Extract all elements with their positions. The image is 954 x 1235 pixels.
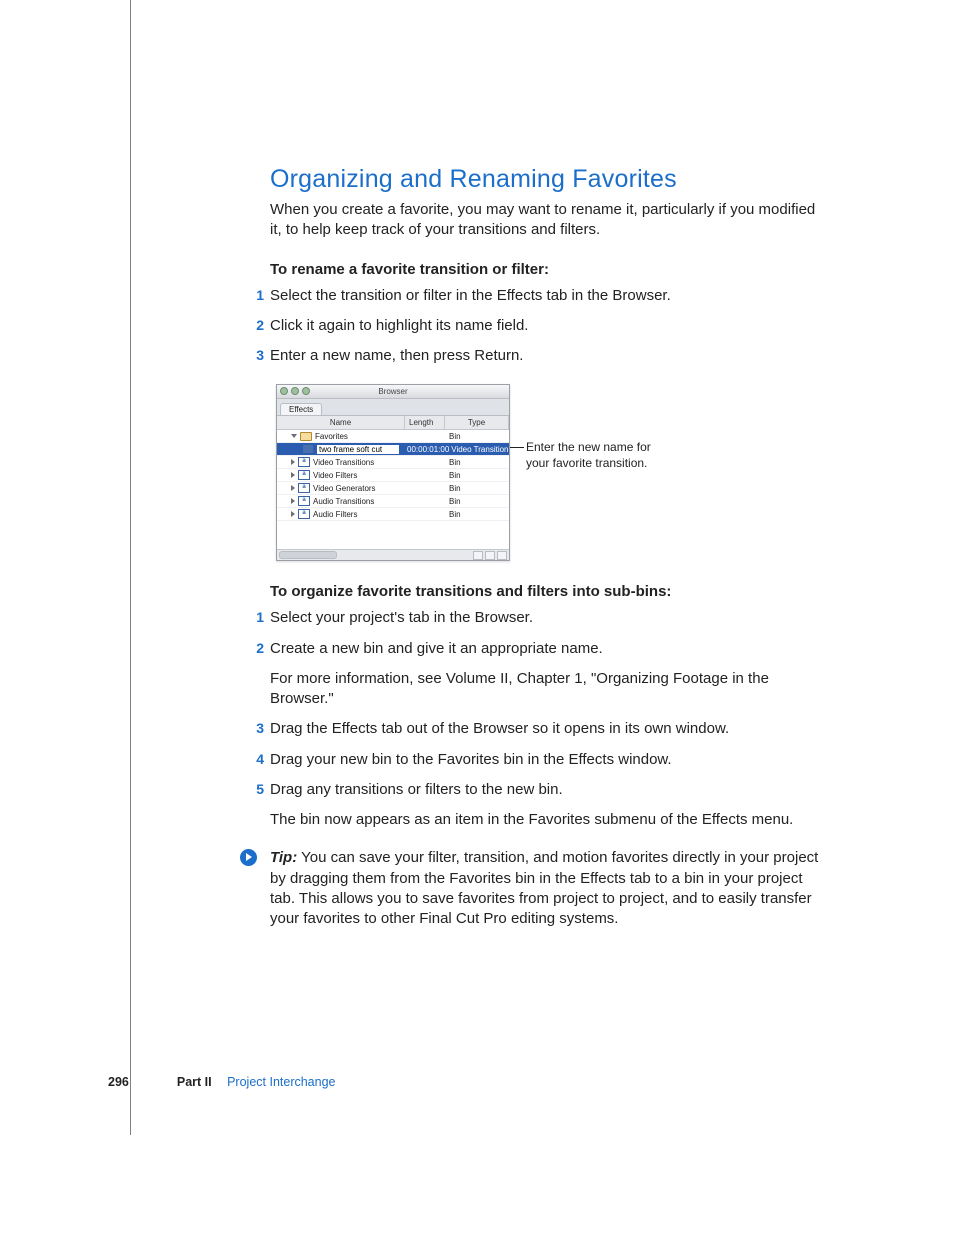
cell-type: Bin (447, 510, 509, 519)
step-item: 1Select the transition or filter in the … (270, 286, 830, 306)
cell-type: Bin (447, 471, 509, 480)
transition-icon (303, 445, 313, 453)
browser-figure: Browser Effects Name Length Type Favorit… (276, 384, 830, 561)
chevron-right-icon[interactable] (291, 511, 295, 517)
cell-type: Bin (447, 458, 509, 467)
window-title: Browser (378, 387, 407, 396)
scrollbar[interactable] (277, 549, 509, 560)
rename-steps: 1Select the transition or filter in the … (270, 286, 830, 367)
step-follow: For more information, see Volume II, Cha… (270, 669, 830, 710)
organize-subhead: To organize favorite transitions and fil… (270, 583, 830, 600)
scroll-arrows[interactable] (473, 551, 507, 560)
step-number: 1 (248, 286, 264, 305)
step-number: 1 (248, 608, 264, 627)
step-number: 3 (248, 346, 264, 365)
step-item: 5Drag any transitions or filters to the … (270, 780, 830, 831)
step-number: 3 (248, 719, 264, 738)
step-item: 2Create a new bin and give it an appropr… (270, 639, 830, 710)
row-label: Favorites (315, 432, 348, 441)
tip-text: You can save your filter, transition, an… (270, 849, 818, 927)
step-number: 2 (248, 316, 264, 335)
chevron-right-icon[interactable] (291, 498, 295, 504)
cell-type: Bin (447, 484, 509, 493)
step-number: 4 (248, 750, 264, 769)
play-icon (240, 849, 257, 866)
effects-tab[interactable]: Effects (280, 403, 322, 415)
step-number: 5 (248, 780, 264, 799)
rename-subhead: To rename a favorite transition or filte… (270, 261, 830, 278)
page-footer: 296 Part II Project Interchange (108, 1075, 336, 1089)
page-heading: Organizing and Renaming Favorites (270, 165, 830, 194)
col-type[interactable]: Type (445, 416, 509, 429)
bin-icon: a (298, 496, 310, 506)
browser-window: Browser Effects Name Length Type Favorit… (276, 384, 510, 561)
step-item: 2Click it again to highlight its name fi… (270, 316, 830, 336)
part-title: Project Interchange (227, 1075, 335, 1089)
cell-type: Bin (447, 497, 509, 506)
row-label: Video Generators (313, 484, 376, 493)
part-label: Part II (177, 1075, 212, 1089)
figure-callout: Enter the new name for your favorite tra… (526, 440, 666, 471)
cell-name: aAudio Filters (277, 509, 405, 519)
rows-spacer (277, 521, 509, 549)
bin-icon: a (298, 483, 310, 493)
margin-rule (130, 0, 131, 1135)
step-follow: The bin now appears as an item in the Fa… (270, 810, 830, 830)
cell-type: Video Transition (449, 445, 509, 454)
col-name[interactable]: Name (277, 416, 405, 429)
table-row[interactable]: two frame soft cut 00:00:01:00Video Trans… (277, 443, 509, 456)
rename-input[interactable]: two frame soft cut (316, 444, 400, 455)
step-number: 2 (248, 639, 264, 658)
table-row[interactable]: aVideo Transitions Bin (277, 456, 509, 469)
bin-icon: a (298, 457, 310, 467)
step-item: 4Drag your new bin to the Favorites bin … (270, 750, 830, 770)
close-icon (280, 387, 288, 395)
browser-tabbar: Effects (277, 399, 509, 416)
browser-titlebar: Browser (277, 385, 509, 399)
row-label: Video Transitions (313, 458, 374, 467)
folder-icon (300, 432, 312, 441)
cell-name: Favorites (277, 432, 405, 441)
tip-label: Tip: (270, 849, 297, 866)
row-label: Audio Transitions (313, 497, 374, 506)
cell-name: aVideo Filters (277, 470, 405, 480)
zoom-icon (302, 387, 310, 395)
column-headers: Name Length Type (277, 416, 509, 430)
cell-name: aAudio Transitions (277, 496, 405, 506)
table-row[interactable]: aAudio Filters Bin (277, 508, 509, 521)
scroll-thumb[interactable] (279, 551, 337, 559)
cell-length: 00:00:01:00 (405, 445, 449, 454)
step-item: 1Select your project's tab in the Browse… (270, 608, 830, 628)
intro-paragraph: When you create a favorite, you may want… (270, 200, 830, 241)
chevron-right-icon[interactable] (291, 459, 295, 465)
chevron-down-icon[interactable] (291, 434, 297, 438)
chevron-right-icon[interactable] (291, 472, 295, 478)
bin-icon: a (298, 509, 310, 519)
tip-block: Tip: You can save your filter, transitio… (270, 848, 830, 929)
table-row[interactable]: aAudio Transitions Bin (277, 495, 509, 508)
table-row[interactable]: aVideo Filters Bin (277, 469, 509, 482)
cell-name: aVideo Generators (277, 483, 405, 493)
cell-name: aVideo Transitions (277, 457, 405, 467)
organize-steps: 1Select your project's tab in the Browse… (270, 608, 830, 830)
row-label: Video Filters (313, 471, 357, 480)
bin-icon: a (298, 470, 310, 480)
minimize-icon (291, 387, 299, 395)
row-label: Audio Filters (313, 510, 357, 519)
step-item: 3Enter a new name, then press Return. (270, 346, 830, 366)
table-row[interactable]: aVideo Generators Bin (277, 482, 509, 495)
col-length[interactable]: Length (405, 416, 445, 429)
window-controls (280, 387, 310, 395)
step-item: 3Drag the Effects tab out of the Browser… (270, 719, 830, 739)
cell-type: Bin (447, 432, 509, 441)
page-number: 296 (108, 1075, 129, 1089)
cell-name: two frame soft cut (277, 444, 405, 455)
chevron-right-icon[interactable] (291, 485, 295, 491)
browser-rows: Favorites Bin two frame soft cut 00:00:01:0… (277, 430, 509, 521)
table-row[interactable]: Favorites Bin (277, 430, 509, 443)
